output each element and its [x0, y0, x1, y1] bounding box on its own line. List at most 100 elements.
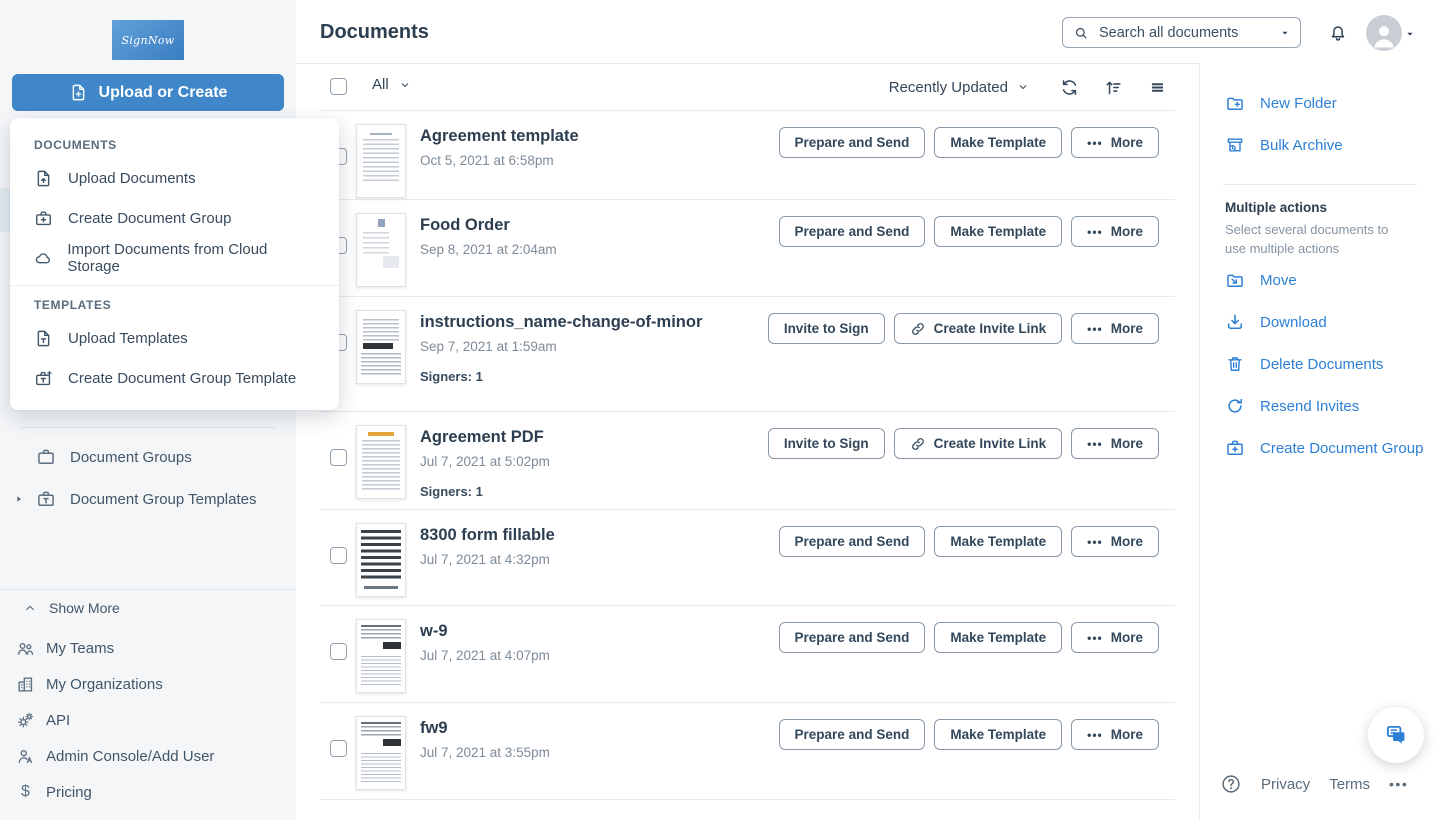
menu-item-import-documents-from-cloud-storage[interactable]: Import Documents from Cloud Storage — [10, 238, 339, 278]
sidebar-item-my-teams[interactable]: My Teams — [16, 630, 286, 666]
make-template-button[interactable]: Make Template — [934, 526, 1062, 557]
caret-down-icon[interactable] — [1280, 28, 1290, 38]
button-label: Make Template — [950, 534, 1046, 549]
download-action[interactable]: Download — [1225, 301, 1439, 343]
more-button[interactable]: •••More — [1071, 526, 1159, 557]
multiple-actions-list: MoveDownloadDelete DocumentsResend Invit… — [1200, 259, 1439, 469]
doc-thumbnail[interactable] — [356, 213, 406, 287]
prepare-and-send-button[interactable]: Prepare and Send — [779, 719, 926, 750]
doc-thumbnail[interactable] — [356, 310, 406, 384]
prepare-and-send-button[interactable]: Prepare and Send — [779, 216, 926, 247]
user-avatar[interactable] — [1366, 15, 1402, 51]
invite-to-sign-button[interactable]: Invite to Sign — [768, 313, 885, 344]
make-template-button[interactable]: Make Template — [934, 622, 1062, 653]
create-invite-link-button[interactable]: Create Invite Link — [894, 428, 1063, 459]
sidebar-show-more[interactable]: Show More — [23, 600, 120, 616]
chevron-up-icon — [23, 601, 37, 615]
row-checkbox[interactable] — [330, 643, 347, 660]
create-document-group-action[interactable]: Create Document Group — [1225, 427, 1439, 469]
more-button[interactable]: •••More — [1071, 622, 1159, 653]
row-checkbox[interactable] — [330, 547, 347, 564]
support-chat-button[interactable] — [1368, 707, 1424, 763]
search-box[interactable] — [1062, 17, 1301, 48]
doc-title[interactable]: 8300 form fillable — [420, 526, 555, 545]
sidebar-item-document-group-templates[interactable]: Document Group Templates — [36, 482, 286, 516]
resend-icon — [1225, 396, 1245, 416]
more-button[interactable]: •••More — [1071, 216, 1159, 247]
button-label: Invite to Sign — [784, 436, 869, 451]
make-template-button[interactable]: Make Template — [934, 719, 1062, 750]
button-label: Make Template — [950, 135, 1046, 150]
terms-link[interactable]: Terms — [1329, 776, 1370, 793]
refresh-icon[interactable] — [1060, 78, 1079, 97]
new-folder-action[interactable]: New Folder — [1225, 82, 1439, 124]
upload-or-create-button[interactable]: Upload or Create — [12, 74, 284, 111]
sidebar-divider — [0, 589, 296, 590]
text-icon: ••• — [1087, 323, 1103, 335]
doc-plus-icon — [69, 83, 88, 102]
notifications-bell-icon[interactable] — [1328, 23, 1348, 43]
doc-title[interactable]: Agreement template — [420, 127, 579, 146]
delete-documents-action[interactable]: Delete Documents — [1225, 343, 1439, 385]
prepare-and-send-button[interactable]: Prepare and Send — [779, 526, 926, 557]
more-button[interactable]: •••More — [1071, 719, 1159, 750]
gears-icon — [16, 711, 35, 730]
doc-title[interactable]: fw9 — [420, 719, 550, 738]
sidebar-item-pricing[interactable]: $Pricing — [16, 774, 286, 810]
sort-direction-icon[interactable] — [1104, 78, 1123, 97]
menu-item-label: Upload Templates — [68, 330, 188, 347]
sidebar-item-api[interactable]: API — [16, 702, 286, 738]
doc-title[interactable]: w-9 — [420, 622, 550, 641]
help-icon[interactable] — [1220, 773, 1242, 795]
search-input[interactable] — [1097, 24, 1272, 42]
sidebar-item-document-groups[interactable]: Document Groups — [36, 440, 286, 474]
footer-more-icon[interactable]: ••• — [1389, 777, 1408, 791]
doc-thumbnail[interactable] — [356, 523, 406, 597]
button-label: More — [1111, 630, 1143, 645]
more-button[interactable]: •••More — [1071, 313, 1159, 344]
privacy-link[interactable]: Privacy — [1261, 776, 1310, 793]
link-icon — [910, 321, 926, 337]
row-checkbox[interactable] — [330, 449, 347, 466]
make-template-button[interactable]: Make Template — [934, 216, 1062, 247]
create-invite-link-button[interactable]: Create Invite Link — [894, 313, 1063, 344]
sidebar-item-admin-console-add-user[interactable]: Admin Console/Add User — [16, 738, 286, 774]
link-icon — [910, 436, 926, 452]
dropdown-section-title: TEMPLATES — [10, 286, 339, 318]
chat-bubbles-icon — [1383, 722, 1409, 748]
sidebar-item-my-organizations[interactable]: My Organizations — [16, 666, 286, 702]
doc-title[interactable]: Agreement PDF — [420, 428, 550, 447]
select-all-checkbox[interactable] — [330, 78, 347, 95]
row-checkbox[interactable] — [330, 740, 347, 757]
menu-item-upload-documents[interactable]: Upload Documents — [10, 158, 339, 198]
doc-thumbnail[interactable] — [356, 716, 406, 790]
doc-title[interactable]: Food Order — [420, 216, 557, 235]
make-template-button[interactable]: Make Template — [934, 127, 1062, 158]
menu-item-create-document-group-template[interactable]: Create Document Group Template — [10, 358, 339, 398]
bulk-archive-action[interactable]: Bulk Archive — [1225, 124, 1439, 166]
signnow-logo[interactable]: SignNow — [112, 20, 184, 60]
list-view-icon[interactable] — [1148, 78, 1167, 97]
invite-to-sign-button[interactable]: Invite to Sign — [768, 428, 885, 459]
more-button[interactable]: •••More — [1071, 428, 1159, 459]
prepare-and-send-button[interactable]: Prepare and Send — [779, 622, 926, 653]
more-button[interactable]: •••More — [1071, 127, 1159, 158]
table-row: 8300 form fillableJul 7, 2021 at 4:32pmP… — [320, 510, 1175, 606]
expander-triangle-icon[interactable] — [14, 494, 24, 504]
resend-invites-action[interactable]: Resend Invites — [1225, 385, 1439, 427]
menu-item-upload-templates[interactable]: Upload Templates — [10, 318, 339, 358]
sort-order-dropdown[interactable]: Recently Updated — [889, 79, 1029, 96]
doc-thumbnail[interactable] — [356, 619, 406, 693]
doc-thumbnail[interactable] — [356, 425, 406, 499]
prepare-and-send-button[interactable]: Prepare and Send — [779, 127, 926, 158]
panel-divider — [1223, 184, 1417, 185]
menu-item-create-document-group[interactable]: Create Document Group — [10, 198, 339, 238]
avatar-caret-down-icon[interactable] — [1405, 29, 1415, 39]
doc-thumbnail[interactable] — [356, 124, 406, 198]
row-actions: Prepare and Send Make Template •••More — [779, 719, 1159, 750]
show-more-label: Show More — [49, 600, 120, 616]
menu-item-label: Create Document Group — [68, 210, 231, 227]
doc-title[interactable]: instructions_name-change-of-minor — [420, 313, 702, 332]
move-action[interactable]: Move — [1225, 259, 1439, 301]
select-all-filter[interactable]: All — [372, 76, 411, 93]
